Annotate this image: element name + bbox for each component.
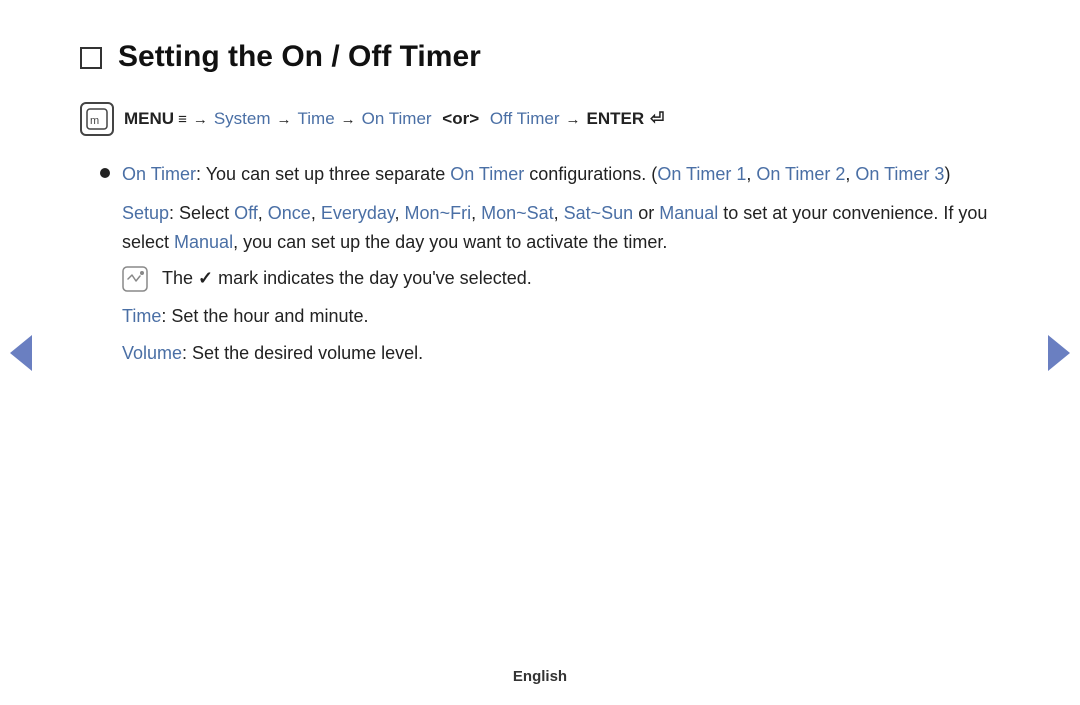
menu-nav: m MENU ≡ → System → Time → On Timer <or>… <box>80 102 1000 136</box>
time-text: : Set the hour and minute. <box>161 306 368 326</box>
on-timer-bullet: On Timer: You can set up three separate … <box>100 160 1000 189</box>
arrow-1: → <box>193 111 208 128</box>
arrow-4: → <box>565 111 580 128</box>
svg-text:m: m <box>90 115 99 127</box>
title-checkbox <box>80 47 102 69</box>
setup-comma-2: , <box>311 203 321 223</box>
setup-text-3: , you can set up the day you want to act… <box>233 232 667 252</box>
setup-sat-sun: Sat~Sun <box>564 203 634 223</box>
nav-arrow-right[interactable] <box>1048 335 1070 371</box>
setup-once: Once <box>268 203 311 223</box>
on-timer-2: On Timer 2 <box>756 164 845 184</box>
menu-icon: m <box>80 102 114 136</box>
arrow-3: → <box>341 111 356 128</box>
time-item: Time: Set the hour and minute. <box>122 302 1000 331</box>
setup-everyday: Everyday <box>321 203 395 223</box>
close-paren: ) <box>944 164 950 184</box>
on-timer-text: On Timer: You can set up three separate … <box>122 160 950 189</box>
on-timer-desc-1: : You can set up three separate <box>196 164 450 184</box>
setup-comma-1: , <box>258 203 268 223</box>
nav-system: System <box>214 109 271 129</box>
volume-label: Volume <box>122 343 182 363</box>
setup-text-1: : Select <box>169 203 234 223</box>
menu-bars-icon: ≡ <box>178 111 187 128</box>
comma-2: , <box>845 164 855 184</box>
volume-text: : Set the desired volume level. <box>182 343 423 363</box>
on-timer-1: On Timer 1 <box>657 164 746 184</box>
setup-comma-3: , <box>395 203 405 223</box>
page-title: Setting the On / Off Timer <box>118 40 481 74</box>
note-icon <box>120 264 150 294</box>
title-row: Setting the On / Off Timer <box>80 40 1000 74</box>
menu-label: MENU <box>124 109 174 129</box>
nav-or: <or> <box>438 109 484 129</box>
note-text: The ✓ mark indicates the day you've sele… <box>162 264 532 293</box>
nav-time: Time <box>298 109 335 129</box>
setup-off: Off <box>234 203 258 223</box>
checkmark-icon: ✓ <box>198 268 213 288</box>
setup-mon-sat: Mon~Sat <box>481 203 554 223</box>
setup-comma-4: , <box>471 203 481 223</box>
setup-label: Setup <box>122 203 169 223</box>
nav-off-timer: Off Timer <box>490 109 560 129</box>
comma-1: , <box>746 164 756 184</box>
bullet-dot <box>100 168 110 178</box>
setup-comma-5: , <box>554 203 564 223</box>
volume-item: Volume: Set the desired volume level. <box>122 339 1000 368</box>
setup-manual-2: Manual <box>174 232 233 252</box>
footer-language: English <box>513 668 567 685</box>
setup-mon-fri: Mon~Fri <box>405 203 472 223</box>
on-timer-3: On Timer 3 <box>855 164 944 184</box>
setup-item: Setup: Select Off, Once, Everyday, Mon~F… <box>122 199 1000 257</box>
on-timer-mid: On Timer <box>450 164 524 184</box>
nav-on-timer: On Timer <box>362 109 432 129</box>
nav-enter: ENTER <box>586 109 644 129</box>
note-row: The ✓ mark indicates the day you've sele… <box>120 264 1000 294</box>
on-timer-label: On Timer <box>122 164 196 184</box>
page-container: Setting the On / Off Timer m MENU ≡ → Sy… <box>0 0 1080 705</box>
arrow-2: → <box>277 111 292 128</box>
note-text-2: mark indicates the day you've selected. <box>213 268 532 288</box>
content-area: On Timer: You can set up three separate … <box>100 160 1000 368</box>
nav-arrow-left[interactable] <box>10 335 32 371</box>
setup-manual: Manual <box>659 203 718 223</box>
setup-or: or <box>633 203 659 223</box>
note-text-1: The <box>162 268 198 288</box>
on-timer-desc-2: configurations. ( <box>524 164 657 184</box>
time-label: Time <box>122 306 161 326</box>
